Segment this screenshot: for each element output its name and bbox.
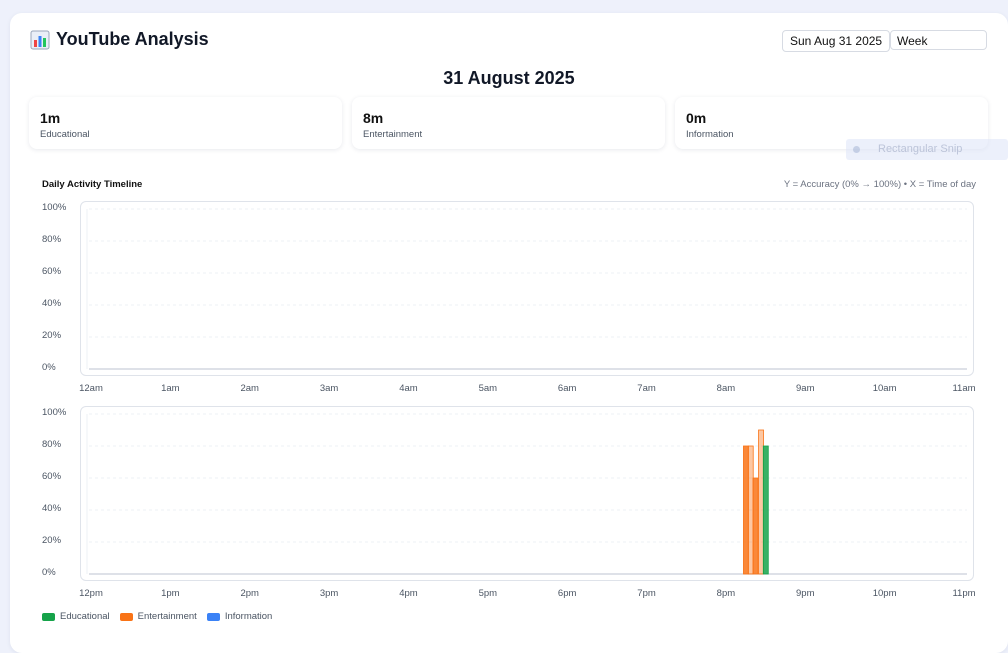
x-tick-label: 9am [796, 383, 815, 394]
timeline-title: Daily Activity Timeline [42, 179, 143, 190]
app-title: YouTube Analysis [30, 29, 209, 50]
legend-swatch [206, 612, 220, 621]
stat-label: Entertainment [363, 129, 423, 140]
y-tick-label: 20% [42, 330, 62, 341]
activity-bar-entertainment[interactable] [758, 429, 764, 575]
page-date: 31 August 2025 [443, 68, 575, 88]
x-tick-label: 11am [952, 383, 976, 394]
stat-card-entertainment: 8m Entertainment [352, 97, 665, 149]
y-tick-label: 60% [42, 266, 62, 277]
y-tick-label: 0% [42, 567, 56, 578]
x-tick-label: 12am [79, 383, 103, 394]
snip-dot-icon [853, 146, 860, 153]
bar-chart-icon [30, 30, 50, 49]
y-tick-label: 80% [42, 439, 62, 450]
activity-bar-educational[interactable] [762, 445, 769, 575]
stat-label: Educational [40, 129, 90, 140]
timeline-chart-pm-svg [86, 413, 967, 575]
x-tick-label: 2pm [240, 588, 259, 599]
y-tick-label: 100% [42, 407, 67, 418]
stat-card-educational: 1m Educational [29, 97, 342, 149]
x-tick-label: 7am [637, 383, 656, 394]
legend-swatch [42, 612, 55, 621]
activity-bar-entertainment[interactable] [747, 445, 754, 575]
app-title-text: YouTube Analysis [56, 29, 209, 49]
x-tick-label: 4am [399, 383, 418, 394]
x-tick-label: 3am [319, 383, 339, 394]
legend-swatch [119, 612, 133, 621]
snip-overlay-text: Rectangular Snip [878, 143, 963, 155]
x-tick-label: 9pm [796, 588, 815, 599]
y-tick-label: 80% [42, 234, 62, 245]
x-tick-label: 1am [161, 383, 180, 394]
x-tick-label: 8pm [716, 588, 736, 599]
x-tick-label: 5pm [478, 588, 498, 599]
legend-label: Information [224, 611, 273, 622]
y-tick-label: 40% [42, 503, 62, 514]
snip-overlay: Rectangular Snip [846, 139, 1008, 160]
timeline-chart-am [80, 201, 974, 376]
legend-label: Entertainment [137, 611, 197, 622]
stat-value: 1m [40, 110, 61, 126]
y-tick-label: 0% [42, 362, 56, 373]
timeline-axis-note: Y = Accuracy (0% → 100%) • X = Time of d… [783, 179, 976, 190]
legend-item-educational[interactable]: Educational [42, 611, 110, 622]
timeline-chart-am-svg [86, 208, 967, 370]
x-tick-label: 6am [557, 383, 577, 394]
y-tick-label: 60% [42, 471, 62, 482]
x-tick-label: 1pm [161, 588, 180, 599]
x-tick-label: 4pm [399, 588, 418, 599]
x-tick-label: 2am [240, 383, 259, 394]
date-picker-button[interactable]: Sun Aug 31 2025 [782, 30, 891, 52]
x-tick-label: 3pm [319, 588, 339, 599]
x-tick-label: 5am [478, 383, 498, 394]
x-tick-label: 8am [716, 383, 736, 394]
main-card: YouTube Analysis Sun Aug 31 2025 Week 31… [10, 13, 1008, 653]
x-tick-label: 12pm [79, 588, 103, 599]
stat-value: 0m [686, 110, 707, 126]
x-tick-label: 10pm [872, 588, 897, 599]
stat-value: 8m [363, 110, 384, 126]
y-tick-label: 20% [42, 535, 62, 546]
timeline-chart-pm [80, 406, 974, 581]
legend-label: Educational [60, 611, 110, 622]
range-select[interactable]: Week [890, 30, 987, 50]
x-tick-label: 7pm [637, 588, 656, 599]
legend-item-entertainment[interactable]: Entertainment [119, 611, 197, 622]
x-tick-label: 6pm [557, 588, 577, 599]
x-tick-label: 10am [872, 383, 897, 394]
chart-legend: Educational Entertainment Information [42, 611, 272, 622]
y-tick-label: 100% [42, 202, 67, 213]
y-tick-label: 40% [42, 298, 62, 309]
x-tick-label: 11pm [952, 588, 976, 599]
legend-item-information[interactable]: Information [206, 611, 273, 622]
activity-bar-entertainment[interactable] [743, 445, 749, 575]
activity-bar-entertainment[interactable] [752, 477, 759, 575]
stat-label: Information [686, 129, 734, 140]
